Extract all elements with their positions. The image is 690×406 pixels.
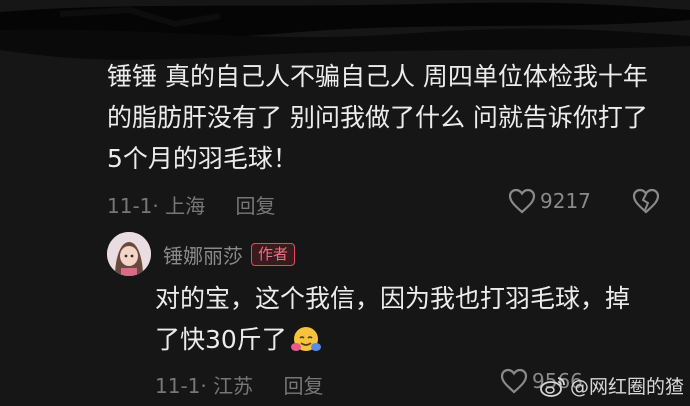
meta-separator: ·: [200, 374, 207, 398]
reply-location: 江苏: [213, 374, 254, 398]
comment-date: 11-1: [107, 194, 153, 218]
comment-line: 的脂肪肝没有了 别问我做了什么 问就告诉你打了: [107, 103, 648, 132]
author-badge: 作者: [251, 242, 296, 266]
broken-heart-icon: [632, 188, 660, 214]
comment-like-button[interactable]: 9217: [508, 188, 591, 214]
reply-reply-button[interactable]: 回复: [283, 370, 323, 399]
comment-meta: 11-1· 上海 回复: [107, 190, 275, 219]
comment-line: 锤锤 真的自己人不骗自己人 周四单位体检我十年: [107, 62, 648, 91]
hug-emoji-icon: [290, 327, 321, 351]
comment-line: 5个月的羽毛球！: [107, 144, 298, 173]
avatar[interactable]: [107, 232, 151, 276]
comment-reply-button[interactable]: 回复: [235, 190, 275, 219]
avatar-image: [107, 232, 151, 276]
weibo-logo-icon: [540, 376, 565, 397]
watermark-text: @网红圈的猹: [569, 376, 684, 398]
heart-icon: [500, 368, 528, 394]
reply-line: 对的宝，这个我信，因为我也打羽毛球，掉: [155, 284, 631, 313]
reply-date: 11-1: [155, 374, 201, 398]
meta-separator: ·: [152, 194, 159, 218]
reply-line: 了快30斤了: [155, 319, 655, 360]
comment-dislike-button[interactable]: [632, 188, 660, 218]
reply-header: 锤娜丽莎 作者: [107, 232, 296, 276]
heart-icon: [508, 188, 536, 214]
reply-meta: 11-1· 江苏 回复: [155, 370, 323, 399]
comment-text: 锤锤 真的自己人不骗自己人 周四单位体检我十年 的脂肪肝没有了 别问我做了什么 …: [107, 56, 667, 179]
reply-line-text: 了快30斤了: [155, 325, 287, 354]
comment-location: 上海: [165, 194, 206, 218]
watermark: @网红圈的猹: [540, 372, 684, 399]
comment-like-count: 9217: [540, 189, 591, 213]
reply-username[interactable]: 锤娜丽莎: [163, 240, 243, 269]
reply-text: 对的宝，这个我信，因为我也打羽毛球，掉 了快30斤了: [155, 278, 655, 360]
